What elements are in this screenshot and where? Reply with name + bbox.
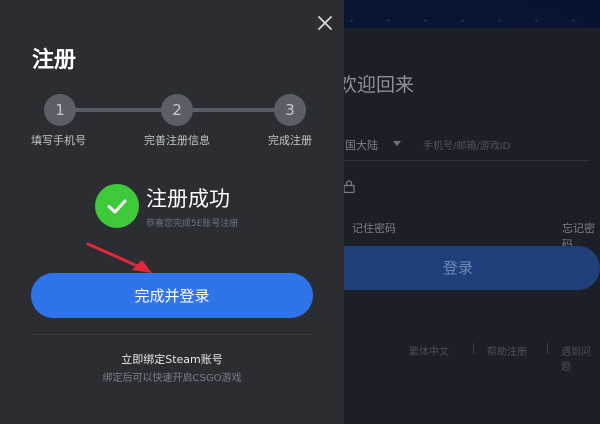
close-button[interactable] bbox=[314, 12, 336, 34]
success-subtitle: 恭喜您完成5E账号注册 bbox=[146, 219, 239, 229]
step-3-circle: 3 bbox=[274, 94, 306, 126]
divider bbox=[32, 334, 312, 335]
bind-steam-link[interactable]: 立即绑定Steam账号 bbox=[0, 351, 344, 367]
footer-separator bbox=[547, 343, 548, 354]
red-arrow-annotation-icon bbox=[86, 242, 152, 273]
page-title: 注册 bbox=[32, 48, 77, 73]
login-title: 欢迎回来 bbox=[338, 74, 415, 96]
step-1-label: 填写手机号 bbox=[31, 134, 86, 147]
chevron-down-icon[interactable] bbox=[393, 141, 401, 146]
step-2-label: 完善注册信息 bbox=[144, 134, 210, 147]
lock-icon bbox=[343, 180, 355, 193]
step-3-label: 完成注册 bbox=[268, 134, 312, 147]
field-divider bbox=[340, 160, 590, 161]
bind-steam-hint: 绑定后可以快速开启CSGO游戏 bbox=[102, 373, 242, 384]
finish-and-login-button[interactable]: 完成并登录 bbox=[31, 273, 313, 318]
success-title: 注册成功 bbox=[146, 187, 230, 211]
remember-password-label[interactable]: 记住密码 bbox=[352, 220, 396, 236]
login-button[interactable]: 登录 bbox=[316, 246, 600, 290]
region-select[interactable]: 国大陆 bbox=[345, 137, 378, 153]
step-2-circle: 2 bbox=[161, 94, 193, 126]
footer-separator bbox=[473, 343, 474, 354]
step-1-circle: 1 bbox=[44, 94, 76, 126]
footer-link-help[interactable]: 帮助注册 bbox=[487, 343, 527, 358]
checkmark-icon bbox=[107, 199, 127, 214]
footer-link-language[interactable]: 繁体中文 bbox=[409, 343, 449, 358]
registration-panel: 注册 1 2 3 填写手机号 完善注册信息 完成注册 注册成功 恭喜您完成5E账… bbox=[0, 0, 344, 424]
check-circle-icon bbox=[95, 184, 139, 228]
footer-link-problem[interactable]: 遇到问题 bbox=[561, 343, 600, 373]
phone-input-placeholder[interactable]: 手机号/邮箱/游戏ID bbox=[423, 137, 510, 152]
close-icon[interactable] bbox=[317, 15, 333, 31]
